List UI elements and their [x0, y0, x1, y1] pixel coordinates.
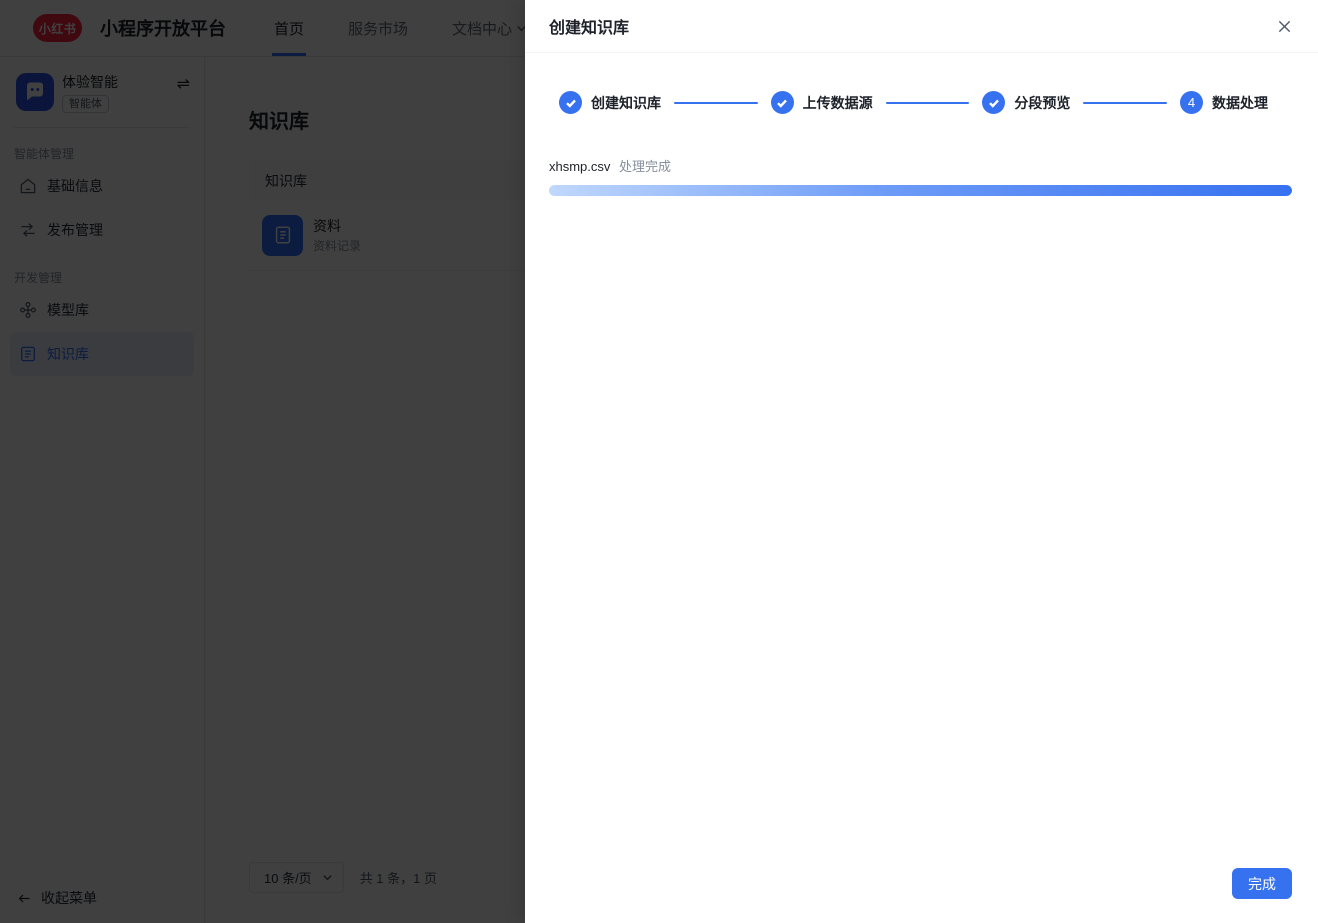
step-processing: 4 数据处理	[1180, 91, 1268, 114]
step-label: 数据处理	[1212, 94, 1269, 111]
drawer-body-spacer	[525, 196, 1318, 868]
progress-bar-track	[549, 185, 1292, 196]
drawer-footer: 完成	[525, 868, 1318, 923]
file-status: 处理完成	[619, 159, 672, 174]
finish-button[interactable]: 完成	[1232, 868, 1292, 899]
app-root: 小红书 小程序开放平台 首页 服务市场 文档中心	[0, 0, 1318, 923]
step-label: 分段预览	[1014, 94, 1071, 111]
close-icon	[1278, 20, 1290, 32]
create-knowledge-drawer: 创建知识库 创建知识库 上传数据源 分段预览 4 数据处理 xhsmp.csv …	[525, 0, 1318, 923]
step-connector	[1083, 101, 1168, 104]
check-icon	[565, 99, 576, 108]
step-label: 创建知识库	[591, 94, 661, 111]
step-preview: 分段预览	[982, 91, 1070, 114]
step-connector	[885, 101, 970, 104]
check-icon	[988, 99, 999, 108]
step-check-circle	[982, 91, 1006, 114]
check-icon	[777, 99, 788, 108]
progress-bar-fill	[549, 185, 1292, 196]
step-connector	[674, 101, 758, 104]
file-status-row: xhsmp.csv 处理完成	[549, 156, 1292, 175]
step-create: 创建知识库	[559, 91, 661, 114]
drawer-header: 创建知识库	[525, 0, 1318, 53]
step-number-circle: 4	[1180, 91, 1204, 114]
file-name: xhsmp.csv	[549, 159, 611, 174]
drawer-title: 创建知识库	[549, 20, 630, 37]
step-check-circle	[559, 91, 582, 114]
close-button[interactable]	[1274, 16, 1294, 36]
step-label: 上传数据源	[802, 94, 873, 111]
step-indicator: 创建知识库 上传数据源 分段预览 4 数据处理	[525, 91, 1318, 114]
step-check-circle	[770, 91, 794, 114]
step-upload: 上传数据源	[770, 91, 873, 114]
